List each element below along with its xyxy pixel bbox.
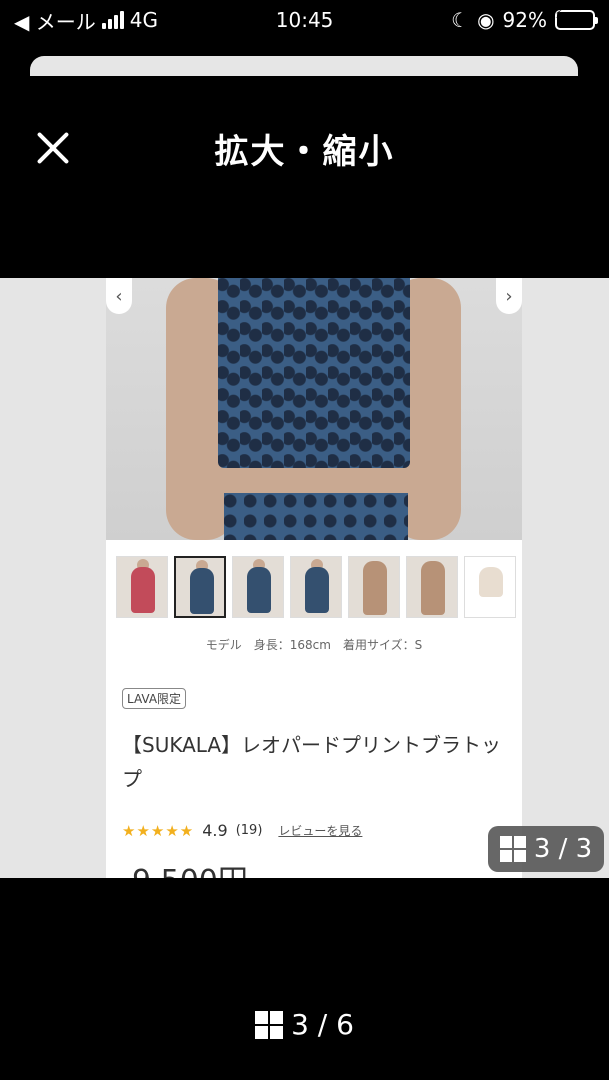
modal-header: 拡大・縮小 xyxy=(0,76,609,278)
moon-icon: ☾ xyxy=(451,8,470,32)
chevron-left-icon: ‹ xyxy=(106,278,132,314)
zoom-viewer[interactable]: ‹ › モデル 身長：168cm 着用サイズ：S LAVA限定 【SUKALA】… xyxy=(0,278,609,878)
thumbnail xyxy=(116,556,168,618)
product-hero-image: ‹ › xyxy=(106,278,522,540)
page-counter-text: 3 / 6 xyxy=(291,1008,354,1041)
image-counter-text: 3 / 3 xyxy=(533,834,593,864)
charging-icon: ⚡ xyxy=(554,7,564,21)
review-count: (19) xyxy=(235,823,263,838)
limited-badge: LAVA限定 xyxy=(122,688,187,709)
page-counter[interactable]: 3 / 6 xyxy=(0,1008,609,1041)
product-price: 9,500円 xyxy=(132,856,248,878)
thumbnail xyxy=(232,556,284,618)
image-counter-badge: 3 / 3 xyxy=(488,826,604,872)
thumbnail-strip xyxy=(116,556,516,618)
chevron-right-icon: › xyxy=(496,278,522,314)
battery-icon: ⚡ xyxy=(554,7,598,30)
star-rating-icon: ★★★★★ xyxy=(122,821,195,840)
model-info: モデル 身長：168cm 着用サイズ：S xyxy=(205,638,423,652)
thumbnail xyxy=(464,556,516,618)
grid-icon xyxy=(499,836,526,862)
status-time: 10:45 xyxy=(275,8,334,32)
network-type: 4G xyxy=(129,8,158,32)
back-to-mail[interactable]: ◀ メール xyxy=(14,6,96,35)
modal-title: 拡大・縮小 xyxy=(214,132,395,172)
bra-top-image xyxy=(218,278,410,468)
grid-icon xyxy=(255,1010,284,1039)
signal-icon xyxy=(101,11,124,29)
review-link: レビューを見る xyxy=(278,824,363,838)
rating-row: ★★★★★ 4.9 (19) レビューを見る xyxy=(122,821,362,840)
status-left: ◀ メール 4G xyxy=(14,6,158,35)
status-bar: ◀ メール 4G 10:45 ☾ ◉ 92% ⚡ xyxy=(0,0,609,40)
battery-percent: 92% xyxy=(502,8,547,32)
product-title: 【SUKALA】レオパードプリントブラトップ xyxy=(122,733,502,791)
status-right: ☾ ◉ 92% ⚡ xyxy=(451,7,598,32)
product-page-screenshot: ‹ › モデル 身長：168cm 着用サイズ：S LAVA限定 【SUKALA】… xyxy=(106,278,522,878)
thumbnail-selected xyxy=(174,556,226,618)
thumbnail xyxy=(290,556,342,618)
rotation-lock-icon: ◉ xyxy=(477,8,495,32)
thumbnail xyxy=(406,556,458,618)
rating-value: 4.9 xyxy=(202,821,228,840)
thumbnail xyxy=(348,556,400,618)
